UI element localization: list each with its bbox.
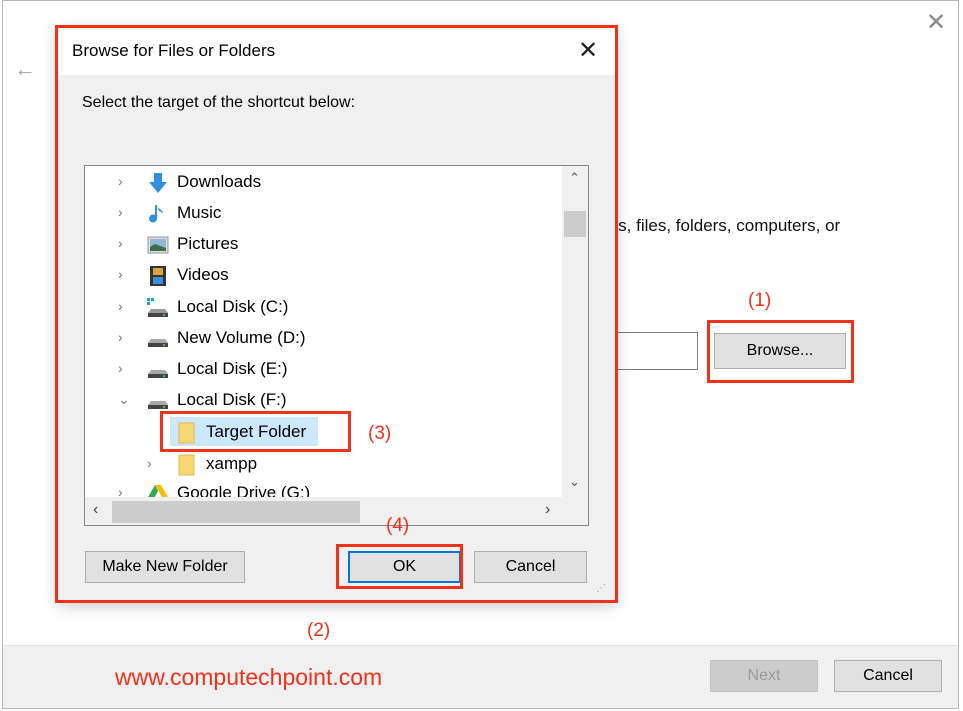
annotation-box-target-folder [160, 411, 351, 452]
watermark: www.computechpoint.com [115, 664, 383, 690]
annotation-box-dialog [55, 25, 618, 603]
annotation-step3: (3) [368, 423, 392, 444]
close-icon[interactable]: ✕ [926, 8, 946, 37]
annotation-step1: (1) [748, 290, 772, 311]
annotation-box-ok [336, 544, 463, 589]
wizard-description: ms, files, folders, computers, or [604, 216, 841, 235]
wizard-cancel-button[interactable]: Cancel [834, 660, 942, 692]
arrow-left-icon[interactable]: ← [14, 56, 36, 82]
annotation-step4: (4) [386, 515, 410, 536]
annotation-box-browse [707, 320, 854, 383]
annotation-step2: (2) [307, 620, 331, 641]
next-button[interactable]: Next [710, 660, 818, 692]
